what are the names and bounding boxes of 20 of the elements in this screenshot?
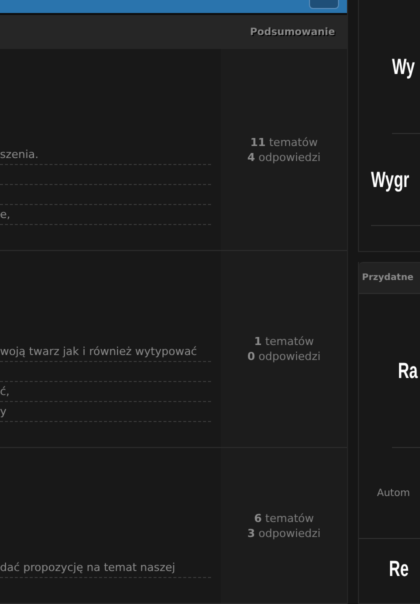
panel-title: Przydatne	[359, 262, 420, 294]
banner-text[interactable]: Ra	[398, 358, 418, 384]
replies-count: 0 odpowiedzi	[247, 348, 321, 364]
banner-text[interactable]: Re	[389, 556, 409, 582]
top-bar-button[interactable]	[309, 0, 339, 9]
replies-count: 4 odpowiedzi	[247, 150, 321, 165]
replies-count: 3 odpowiedzi	[247, 526, 321, 541]
forum-description-line: ć,	[0, 385, 10, 398]
forum-description-line: dać propozycję na temat naszej	[0, 561, 176, 574]
topics-count: 6 tematów	[254, 510, 314, 526]
banner-text[interactable]: Wygr	[371, 166, 410, 192]
topics-count: 11 tematów	[250, 134, 318, 150]
forum-description-line: woją twarz jak i również wytypować	[0, 345, 197, 358]
banner-caption: Autom	[376, 488, 410, 498]
forum-description-line: e,	[0, 208, 10, 221]
forum-description-line: szenia.	[0, 148, 39, 161]
forum-description-line: y	[0, 405, 7, 418]
topics-count: 1 tematów	[254, 334, 314, 349]
banner-text[interactable]: Wy	[392, 54, 415, 80]
column-header: Podsumowanie	[250, 26, 335, 38]
